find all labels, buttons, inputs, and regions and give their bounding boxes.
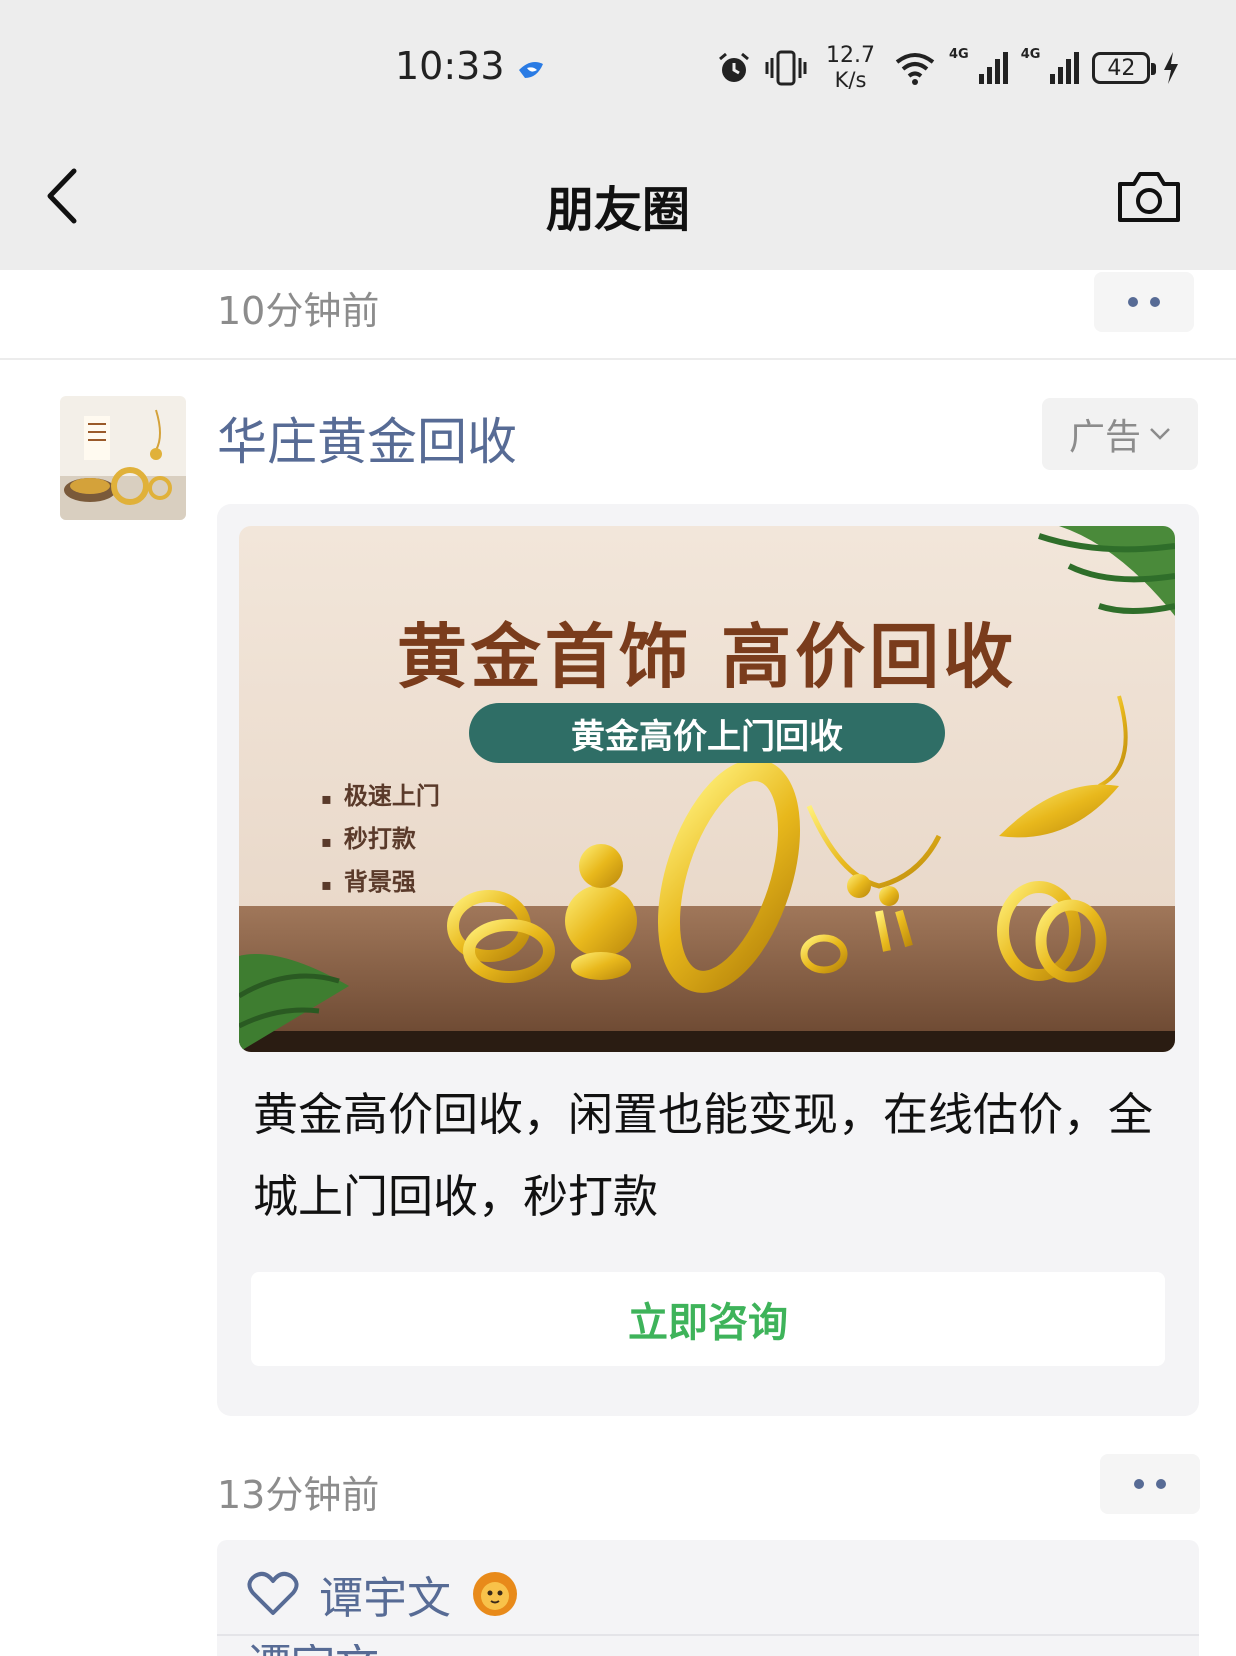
charging-icon	[1164, 52, 1179, 84]
banner-headline: 黄金首饰 高价回收	[396, 615, 1018, 698]
camera-icon[interactable]	[1116, 168, 1182, 226]
battery-icon: 42	[1092, 52, 1157, 84]
ad-banner[interactable]: 黄金首饰 高价回收 黄金高价上门回收 极速上门 秒打款 背景强	[239, 526, 1175, 1052]
chevron-down-icon	[1150, 428, 1170, 440]
consult-now-button[interactable]: 立即咨询	[251, 1272, 1165, 1366]
signal-label: 4G	[1020, 46, 1041, 62]
page-title: 朋友圈	[545, 182, 690, 238]
alarm-icon	[719, 52, 749, 82]
net-speed-unit: K/s	[834, 68, 867, 92]
signal-icon	[978, 52, 1008, 84]
top-bar: 10:33 12.7 K/s 4G 4G 42 朋友圈	[0, 0, 1236, 270]
signal-icon	[1050, 52, 1080, 84]
avatar-image	[60, 396, 186, 520]
signal-label: 4G	[948, 46, 969, 62]
vibrate-icon	[765, 50, 807, 86]
status-time: 10:33	[395, 44, 505, 88]
net-speed: 12.7 K/s	[826, 43, 875, 93]
banner-feature: 秒打款	[321, 819, 440, 862]
ad-text: 黄金高价回收，闲置也能变现，在线估价，全城上门回收，秒打款	[253, 1088, 1154, 1223]
like-user[interactable]: 谭宇文	[319, 1562, 451, 1626]
post-time: 10分钟前	[217, 289, 380, 333]
dot-icon	[1156, 1479, 1166, 1489]
ad-label: 广告	[1068, 417, 1141, 458]
ad-post-time: 13分钟前	[217, 1473, 380, 1517]
status-icons: 12.7 K/s 4G 4G 42	[716, 40, 1180, 96]
sender-name[interactable]: 华庄黄金回收	[217, 402, 517, 474]
banner-feature: 背景强	[321, 862, 440, 905]
avatar[interactable]	[60, 396, 186, 520]
net-speed-value: 12.7	[826, 43, 875, 68]
banner-features: 极速上门 秒打款 背景强	[321, 776, 440, 905]
likes-divider	[217, 1634, 1199, 1636]
battery-level: 42	[1107, 55, 1136, 81]
post-divider	[0, 358, 1236, 360]
likes-box: 谭宇文 谭宇文	[217, 1540, 1199, 1656]
more-actions-button[interactable]	[1100, 1454, 1200, 1514]
dot-icon	[1128, 297, 1138, 307]
dot-icon	[1150, 297, 1160, 307]
lion-emoji-icon	[473, 1572, 517, 1616]
wifi-icon	[895, 53, 935, 85]
comment-preview: 谭宇文	[247, 1644, 379, 1656]
heart-icon	[247, 1571, 299, 1615]
more-actions-button[interactable]	[1094, 272, 1194, 332]
banner-feature: 极速上门	[321, 776, 440, 819]
likes-row: 谭宇文	[247, 1562, 519, 1626]
ad-card[interactable]: 黄金首饰 高价回收 黄金高价上门回收 极速上门 秒打款 背景强 黄金高价回收，闲…	[217, 504, 1199, 1416]
ad-label-button[interactable]: 广告	[1042, 398, 1198, 470]
dot-icon	[1134, 1479, 1144, 1489]
app-notification-icon	[519, 62, 543, 78]
banner-pill: 黄金高价上门回收	[469, 703, 945, 763]
